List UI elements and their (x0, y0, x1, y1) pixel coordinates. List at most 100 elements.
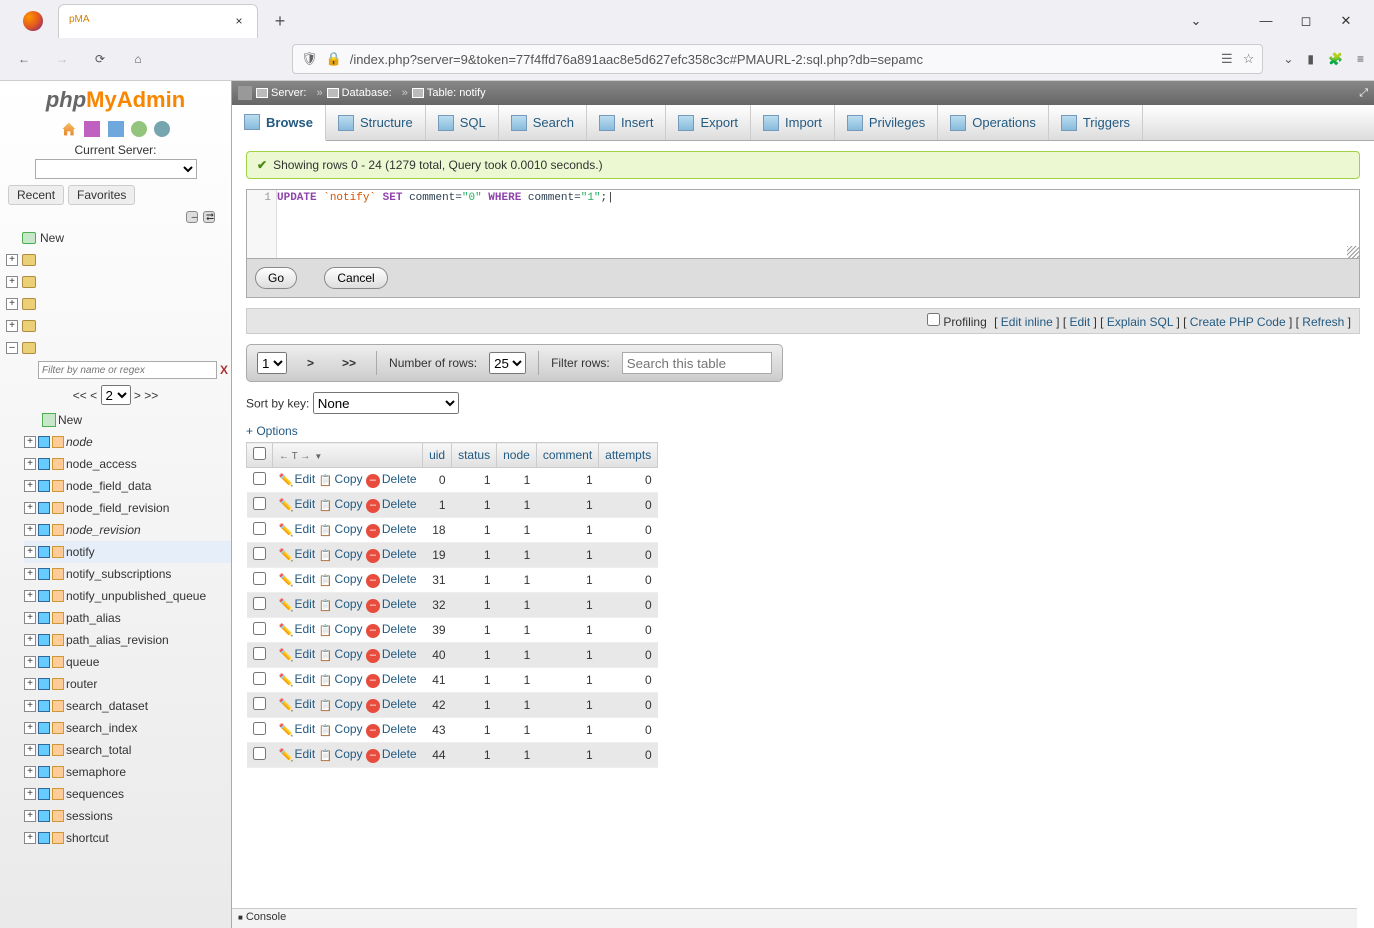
column-status[interactable]: status (452, 443, 497, 468)
reader-icon[interactable]: ☰ (1221, 51, 1233, 67)
expand-icon[interactable]: + (6, 298, 18, 310)
collapse-icon[interactable]: – (6, 342, 18, 354)
edit-link[interactable]: Edit (295, 747, 316, 761)
row-checkbox[interactable] (253, 522, 266, 535)
database-item[interactable] (40, 275, 43, 289)
row-checkbox[interactable] (253, 672, 266, 685)
structure-icon[interactable] (52, 810, 64, 822)
page-settings-icon[interactable]: ⤢ (1359, 87, 1368, 100)
table-item-notify_subscriptions[interactable]: +notify_subscriptions (24, 563, 231, 585)
pma-logo[interactable]: phpMyAdmin (0, 81, 231, 119)
edit-inline-link[interactable]: Edit inline (1001, 315, 1053, 329)
page-next-button[interactable]: > (299, 354, 322, 372)
rows-select[interactable]: 25 (489, 352, 526, 374)
structure-icon[interactable] (52, 524, 64, 536)
bookmark-star-icon[interactable]: ☆ (1243, 51, 1255, 67)
structure-icon[interactable] (52, 502, 64, 514)
browse-icon[interactable] (38, 546, 50, 558)
reload-nav-icon[interactable] (154, 121, 170, 137)
page-select[interactable]: 2 (101, 385, 131, 405)
table-item-search_index[interactable]: +search_index (24, 717, 231, 739)
page-last-button[interactable]: >> (334, 354, 364, 372)
expand-icon[interactable]: + (24, 502, 36, 514)
expand-icon[interactable]: + (24, 634, 36, 646)
browse-icon[interactable] (38, 766, 50, 778)
edit-link[interactable]: Edit (295, 597, 316, 611)
expand-icon[interactable]: + (6, 254, 18, 266)
delete-link[interactable]: Delete (382, 647, 417, 661)
table-filter-input[interactable] (38, 361, 217, 379)
structure-icon[interactable] (52, 436, 64, 448)
browse-icon[interactable] (38, 722, 50, 734)
clear-filter-icon[interactable]: X (217, 363, 231, 377)
expand-icon[interactable]: + (24, 436, 36, 448)
row-checkbox[interactable] (253, 597, 266, 610)
table-item-node_field_revision[interactable]: +node_field_revision (24, 497, 231, 519)
delete-link[interactable]: Delete (382, 672, 417, 686)
expand-icon[interactable]: + (24, 766, 36, 778)
check-all-header[interactable] (247, 443, 273, 468)
expand-icon[interactable]: + (24, 700, 36, 712)
table-item-node_field_data[interactable]: +node_field_data (24, 475, 231, 497)
expand-icon[interactable]: + (6, 320, 18, 332)
copy-link[interactable]: Copy (335, 672, 363, 686)
table-name[interactable]: sequences (66, 787, 124, 801)
favorites-button[interactable]: Favorites (68, 185, 135, 205)
delete-link[interactable]: Delete (382, 522, 417, 536)
delete-link[interactable]: Delete (382, 722, 417, 736)
edit-link[interactable]: Edit (295, 547, 316, 561)
pocket-icon[interactable]: ⌄ (1283, 52, 1293, 66)
table-item-sequences[interactable]: +sequences (24, 783, 231, 805)
tab-operations[interactable]: Operations (938, 105, 1049, 140)
home-button[interactable]: ⌂ (124, 45, 152, 73)
database-item[interactable] (40, 253, 43, 267)
column-comment[interactable]: comment (536, 443, 598, 468)
table-name[interactable]: sessions (66, 809, 113, 823)
delete-link[interactable]: Delete (382, 472, 417, 486)
browse-icon[interactable] (38, 612, 50, 624)
expand-icon[interactable]: + (24, 832, 36, 844)
expand-icon[interactable]: + (24, 480, 36, 492)
copy-link[interactable]: Copy (335, 497, 363, 511)
expand-icon[interactable]: + (24, 458, 36, 470)
delete-link[interactable]: Delete (382, 572, 417, 586)
tab-privileges[interactable]: Privileges (835, 105, 938, 140)
close-window-button[interactable]: ✕ (1336, 13, 1356, 29)
expand-icon[interactable]: + (24, 524, 36, 536)
structure-icon[interactable] (52, 590, 64, 602)
tabs-dropdown-icon[interactable]: ⌄ (1186, 13, 1206, 29)
console-bar[interactable]: Console (232, 908, 1357, 928)
tab-insert[interactable]: Insert (587, 105, 667, 140)
structure-icon[interactable] (52, 458, 64, 470)
column-uid[interactable]: uid (423, 443, 452, 468)
recent-button[interactable]: Recent (8, 185, 64, 205)
check-all-checkbox[interactable] (253, 447, 266, 460)
back-button[interactable]: ← (10, 45, 38, 73)
close-tab-icon[interactable]: × (231, 14, 247, 30)
table-item-shortcut[interactable]: +shortcut (24, 827, 231, 849)
structure-icon[interactable] (52, 766, 64, 778)
table-item-queue[interactable]: +queue (24, 651, 231, 673)
browse-icon[interactable] (38, 458, 50, 470)
table-name[interactable]: queue (66, 655, 99, 669)
edit-link[interactable]: Edit (295, 522, 316, 536)
page-first[interactable]: << (73, 389, 87, 403)
table-name[interactable]: semaphore (66, 765, 126, 779)
edit-link[interactable]: Edit (295, 472, 316, 486)
table-item-semaphore[interactable]: + semaphore (24, 761, 231, 783)
expand-icon[interactable]: + (24, 810, 36, 822)
browse-icon[interactable] (38, 502, 50, 514)
edit-link[interactable]: Edit (295, 572, 316, 586)
shield-icon[interactable]: 🛡 (301, 51, 318, 67)
explain-sql-link[interactable]: Explain SQL (1107, 315, 1173, 329)
edit-link[interactable]: Edit (295, 722, 316, 736)
collapse-all-icon[interactable]: – (186, 211, 198, 223)
copy-link[interactable]: Copy (335, 547, 363, 561)
extension-icon[interactable]: ▮ (1307, 52, 1314, 66)
table-name[interactable]: search_total (66, 743, 131, 757)
row-checkbox[interactable] (253, 647, 266, 660)
copy-link[interactable]: Copy (335, 747, 363, 761)
browse-icon[interactable] (38, 810, 50, 822)
reload-button[interactable]: ⟳ (86, 45, 114, 73)
tab-browse[interactable]: Browse (232, 105, 326, 141)
